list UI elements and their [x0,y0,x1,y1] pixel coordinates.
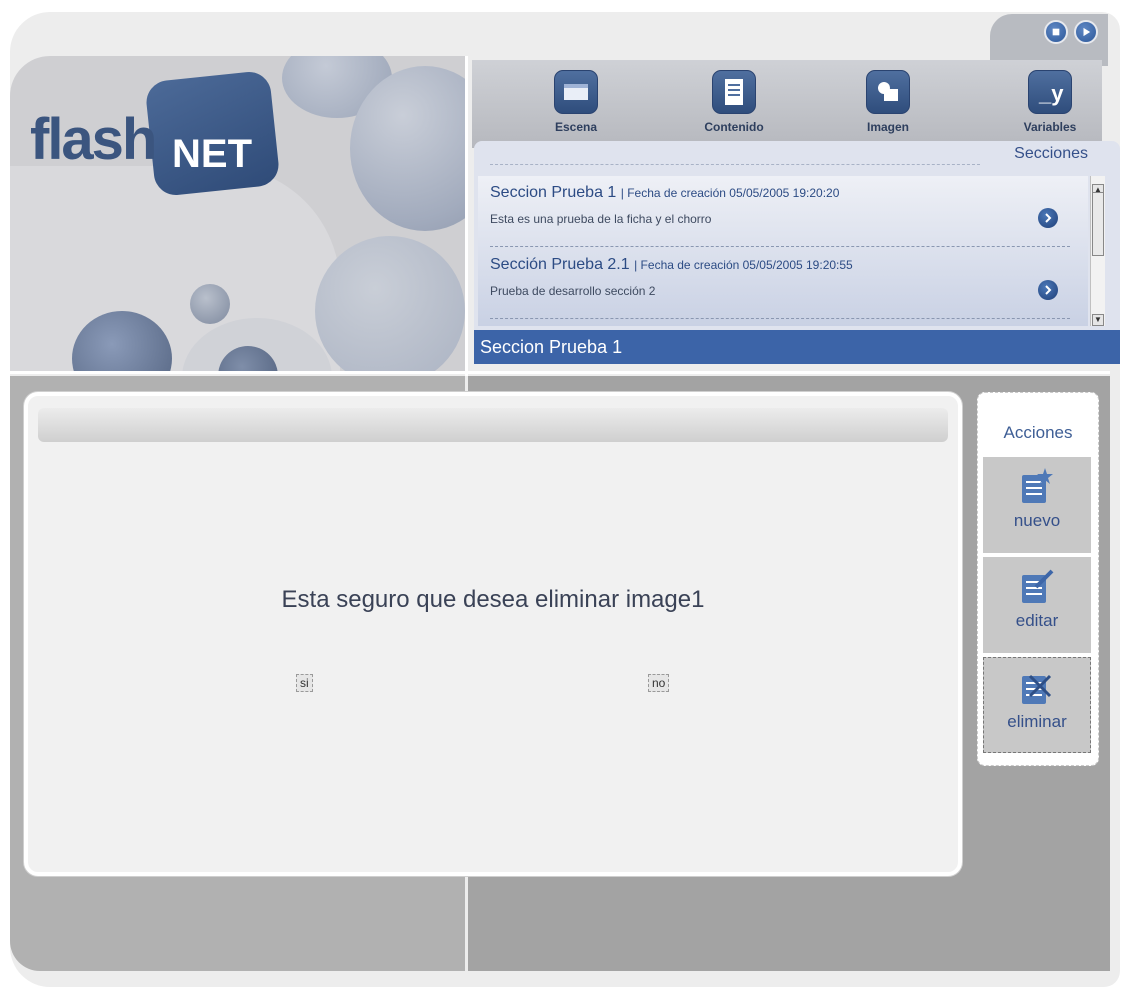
section-date: | Fecha de creación 05/05/2005 19:20:20 [620,186,840,200]
sections-list: Seccion Prueba 1 | Fecha de creación 05/… [478,176,1088,326]
play-icon [1083,27,1091,37]
go-button[interactable] [1038,280,1058,300]
dialog-message: Esta seguro que desea eliminar image1 [281,586,705,613]
tab-variables[interactable]: _y Variables [1000,70,1100,140]
selected-section-bar: Seccion Prueba 1 [474,330,1120,364]
scene-icon [554,70,598,114]
section-name: Seccion Prueba 1 [490,184,617,201]
delete-doc-icon [1020,670,1054,706]
tab-label: Contenido [704,120,764,134]
svg-text:_y: _y [1038,81,1064,106]
list-item[interactable]: Seccion Prueba 1 | Fecha de creación 05/… [490,176,1070,247]
logo-text-net: NET [172,132,252,176]
actions-title: Acciones [1003,423,1073,442]
action-label: editar [1015,611,1059,630]
action-label: eliminar [1007,712,1067,731]
delete-button[interactable]: eliminar [983,657,1091,753]
divider [0,371,1110,374]
action-label: nuevo [1013,511,1061,530]
chevron-right-icon [1045,285,1052,295]
stop-button[interactable] [1044,20,1068,44]
yes-button[interactable]: si [296,674,313,692]
decorative-bubble [190,284,230,324]
tab-imagen[interactable]: Imagen [838,70,938,140]
scroll-thumb[interactable] [1092,192,1104,256]
dialog-header [38,408,948,442]
image-icon [866,70,910,114]
scrollbar[interactable]: ▲ ▼ [1090,176,1105,326]
go-button[interactable] [1038,208,1058,228]
confirm-dialog: Esta seguro que desea eliminar image1 si… [24,392,962,876]
divider [465,56,468,376]
section-description: Prueba de desarrollo sección 2 [490,284,656,298]
play-button[interactable] [1074,20,1098,44]
stop-icon [1052,28,1060,36]
edit-doc-icon [1020,569,1054,605]
tab-label: Escena [554,120,598,134]
logo-text-flash: flash [30,107,157,172]
section-date: | Fecha de creación 05/05/2005 19:20:55 [634,258,853,272]
list-item[interactable]: Sección Prueba 2.1 | Fecha de creación 0… [490,248,1070,319]
decorative-bubble [315,236,465,373]
sections-title: Secciones [1014,145,1088,162]
tab-label: Imagen [866,120,909,134]
tab-label: Variables [1023,120,1077,134]
variables-icon: _y [1028,70,1072,114]
new-doc-icon [1020,468,1054,505]
section-description: Esta es una prueba de la ficha y el chor… [490,212,712,226]
content-icon [712,70,756,114]
scroll-down-button[interactable]: ▼ [1092,314,1104,326]
no-button[interactable]: no [648,674,670,692]
tab-contenido[interactable]: Contenido [684,70,784,140]
logo-panel: flash NET [10,56,465,373]
actions-panel: Acciones nuevo editar eliminar [977,392,1099,766]
chevron-right-icon [1045,213,1052,223]
divider [490,164,980,165]
tab-escena[interactable]: Escena [526,70,626,140]
section-name: Sección Prueba 2.1 [490,256,630,273]
edit-button[interactable]: editar [983,557,1091,653]
new-button[interactable]: nuevo [983,457,1091,553]
